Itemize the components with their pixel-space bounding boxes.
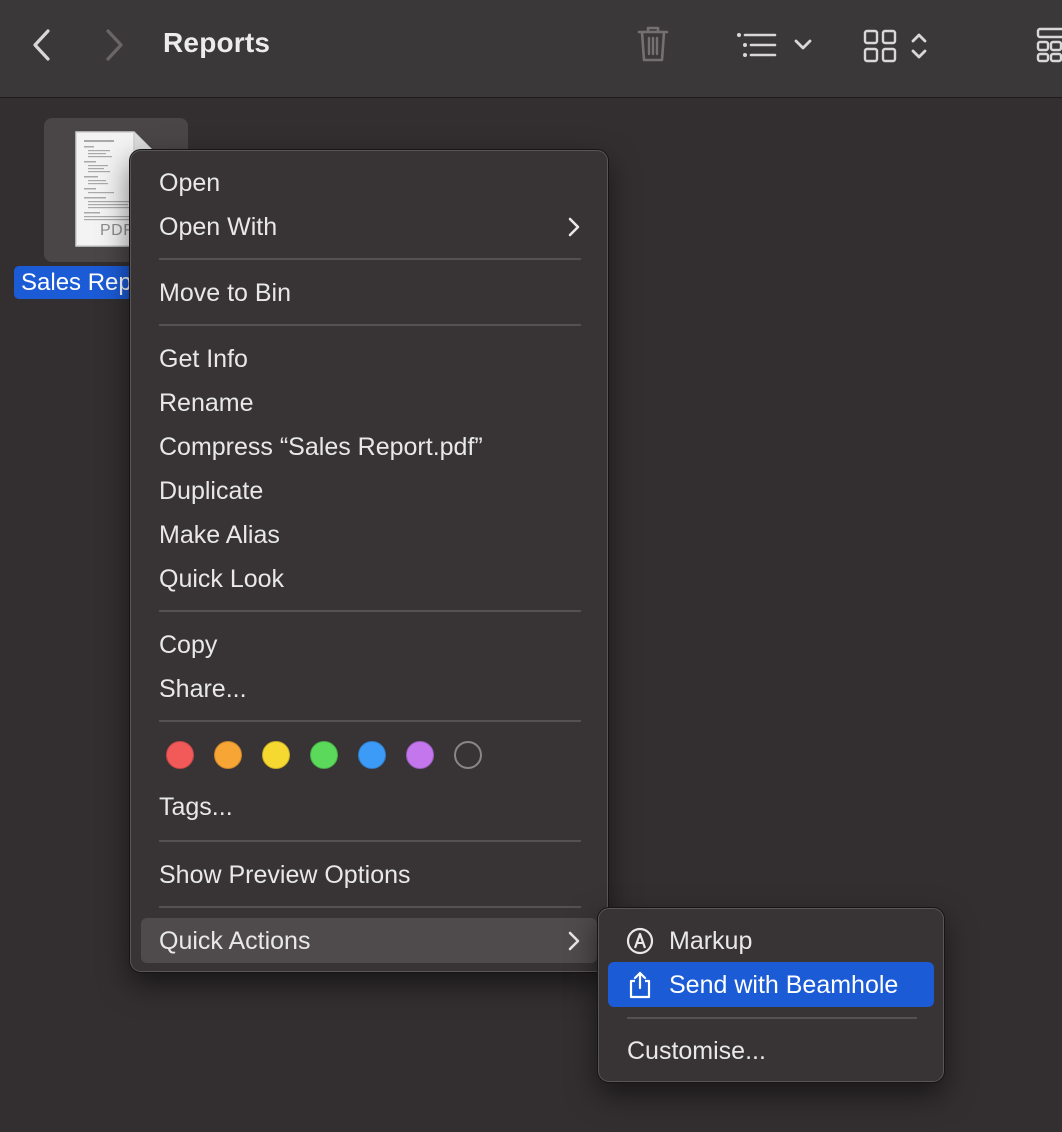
tag-blue[interactable] — [358, 741, 386, 769]
list-indent-icon — [737, 33, 777, 57]
view-mode-button[interactable] — [860, 26, 932, 66]
submenu-item-send-with-beamhole[interactable]: Send with Beamhole — [669, 963, 898, 1007]
menu-separator — [159, 610, 581, 612]
menu-separator — [159, 840, 581, 842]
tag-yellow[interactable] — [262, 741, 290, 769]
forward-button[interactable] — [98, 26, 130, 64]
menu-separator — [159, 324, 581, 326]
context-menu: Open Open With Move to Bin Get Info Rena… — [130, 150, 608, 972]
chevron-left-icon — [33, 29, 50, 61]
submenu-item-markup[interactable]: Markup — [669, 919, 752, 963]
tag-none[interactable] — [454, 741, 482, 769]
finder-toolbar: Reports — [0, 0, 1062, 98]
menu-item-make-alias[interactable]: Make Alias — [159, 513, 280, 557]
chevron-right-icon — [106, 29, 123, 61]
window-title: Reports — [163, 27, 271, 58]
menu-item-tags[interactable]: Tags... — [159, 785, 233, 829]
tag-purple[interactable] — [406, 741, 434, 769]
delete-button[interactable] — [632, 22, 674, 66]
submenu-chevron-icon — [568, 931, 580, 951]
menu-item-show-preview-options[interactable]: Show Preview Options — [159, 853, 411, 897]
chevron-down-icon — [794, 39, 812, 50]
submenu-item-customise[interactable]: Customise... — [627, 1029, 766, 1073]
markup-icon — [626, 927, 654, 955]
gallery-button[interactable] — [1036, 26, 1062, 64]
menu-item-copy[interactable]: Copy — [159, 623, 217, 667]
file-type-label: PDF — [100, 222, 134, 239]
menu-item-open[interactable]: Open — [159, 161, 220, 205]
submenu-chevron-icon — [568, 217, 580, 237]
trash-icon — [637, 26, 669, 62]
grid-icon — [863, 29, 897, 63]
menu-separator — [159, 906, 581, 908]
menu-item-rename[interactable]: Rename — [159, 381, 254, 425]
gallery-grid-icon — [1036, 27, 1062, 63]
menu-item-compress[interactable]: Compress “Sales Report.pdf” — [159, 425, 483, 469]
menu-separator — [627, 1017, 917, 1019]
file-name-label[interactable]: Sales Rep — [14, 266, 140, 299]
quick-actions-submenu: Markup Send with Beamhole Customise... — [598, 908, 944, 1082]
menu-item-duplicate[interactable]: Duplicate — [159, 469, 263, 513]
menu-item-share[interactable]: Share... — [159, 667, 247, 711]
chevron-up-down-icon — [911, 33, 927, 59]
tag-orange[interactable] — [214, 741, 242, 769]
menu-separator — [159, 720, 581, 722]
tag-red[interactable] — [166, 741, 194, 769]
menu-item-move-to-bin[interactable]: Move to Bin — [159, 271, 291, 315]
menu-item-quick-look[interactable]: Quick Look — [159, 557, 284, 601]
back-button[interactable] — [26, 26, 58, 64]
menu-separator — [159, 258, 581, 260]
menu-item-open-with[interactable]: Open With — [159, 205, 277, 249]
group-by-button[interactable] — [732, 26, 816, 64]
share-icon — [629, 971, 651, 999]
menu-item-quick-actions[interactable]: Quick Actions — [159, 919, 310, 963]
tag-green[interactable] — [310, 741, 338, 769]
menu-item-get-info[interactable]: Get Info — [159, 337, 248, 381]
